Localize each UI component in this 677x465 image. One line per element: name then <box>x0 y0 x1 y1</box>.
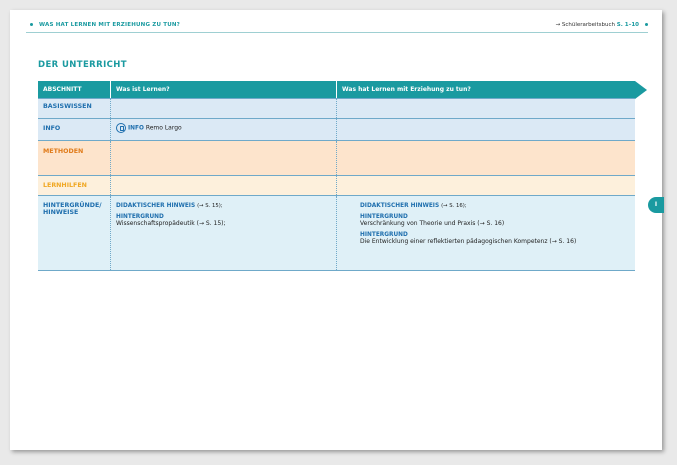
running-head: WAS HAT LERNEN MIT ERZIEHUNG ZU TUN? <box>30 22 180 28</box>
header-arrow-icon <box>635 81 647 99</box>
table-row: HINTERGRÜNDE/ HINWEISE DIDAKTISCHER HINW… <box>38 196 635 271</box>
table-row: METHODEN <box>38 141 635 176</box>
header-was-ist-lernen: Was ist Lernen? <box>111 81 337 98</box>
info-icon <box>116 123 126 133</box>
cell-empty <box>111 141 337 175</box>
row-label-lernhilfen: LERNHILFEN <box>38 176 111 195</box>
cell-empty <box>337 119 635 140</box>
chapter-side-tab[interactable]: I <box>648 197 664 213</box>
table-row: BASISWISSEN <box>38 99 635 119</box>
table-row: INFO INFO Remo Largo <box>38 119 635 141</box>
row-label-basiswissen: BASISWISSEN <box>38 99 111 118</box>
cell-empty <box>337 176 635 195</box>
cell-hintergruende-col2: DIDAKTISCHER HINWEIS (→ S. 15); HINTERGR… <box>111 196 337 270</box>
header-divider <box>26 32 648 33</box>
hint-block: DIDAKTISCHER HINWEIS (→ S. 15); <box>116 203 223 209</box>
cell-empty <box>111 99 337 118</box>
running-reference: → Schülerarbeitsbuch S. 1–10 <box>555 22 648 28</box>
bullet-icon <box>30 23 33 26</box>
table-header-row: ABSCHNITT Was ist Lernen? Was hat Lernen… <box>38 81 647 99</box>
row-label-hintergruende: HINTERGRÜNDE/ HINWEISE <box>38 196 111 270</box>
header-abschnitt: ABSCHNITT <box>38 81 111 98</box>
document-page: WAS HAT LERNEN MIT ERZIEHUNG ZU TUN? → S… <box>10 10 664 450</box>
table-row: LERNHILFEN <box>38 176 635 196</box>
section-title: DER UNTERRICHT <box>38 60 127 70</box>
cell-empty <box>337 141 635 175</box>
lesson-table: ABSCHNITT Was ist Lernen? Was hat Lernen… <box>38 81 647 271</box>
background-block: HINTERGRUND Verschränkung von Theorie un… <box>360 214 505 227</box>
cell-empty <box>111 176 337 195</box>
bullet-icon <box>645 23 648 26</box>
background-block: HINTERGRUND Wissenschaftspropädeutik (→ … <box>116 214 226 227</box>
cell-empty <box>337 99 635 118</box>
hint-block: DIDAKTISCHER HINWEIS (→ S. 16); <box>360 203 467 209</box>
header-lernen-erziehung: Was hat Lernen mit Erziehung zu tun? <box>342 86 471 93</box>
cell-info: INFO Remo Largo <box>111 119 337 140</box>
row-label-methoden: METHODEN <box>38 141 111 175</box>
cell-hintergruende-col3: DIDAKTISCHER HINWEIS (→ S. 16); HINTERGR… <box>337 196 635 270</box>
row-label-info: INFO <box>38 119 111 140</box>
background-block: HINTERGRUND Die Entwicklung einer reflek… <box>360 232 577 245</box>
